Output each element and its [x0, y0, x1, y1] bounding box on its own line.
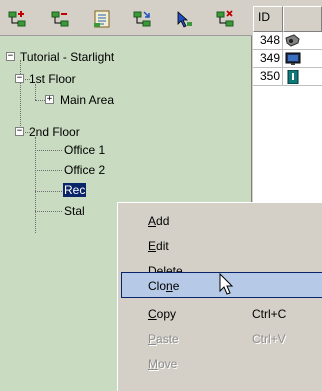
toolbar: [0, 0, 252, 36]
tree-node-reception-selected[interactable]: Rec: [63, 183, 87, 197]
collapse-toggle[interactable]: −: [6, 52, 15, 61]
add-child-node-button[interactable]: [5, 7, 29, 31]
pointer-icon: [177, 11, 192, 28]
column-header-icon[interactable]: [283, 6, 322, 32]
tree-connector: [35, 170, 62, 171]
tree-connector: [35, 100, 45, 101]
cell-id: 349: [253, 50, 283, 67]
table-row[interactable]: 350: [253, 68, 322, 86]
tree-connector: [35, 84, 36, 100]
door-reader-icon: [283, 68, 303, 85]
cell-id: 348: [253, 32, 283, 49]
menu-item-copy[interactable]: Copy Ctrl+C: [121, 301, 322, 327]
tree-node-root[interactable]: Tutorial - Starlight: [20, 50, 114, 64]
add-child-node-icon: [8, 11, 26, 27]
table-row[interactable]: 348: [253, 32, 322, 50]
tree-connector: [35, 211, 62, 212]
column-header-id[interactable]: ID: [253, 6, 283, 32]
table-row[interactable]: 349: [253, 50, 322, 68]
menu-item-edit[interactable]: Edit: [121, 233, 322, 259]
tree-node-2nd-floor[interactable]: 2nd Floor: [29, 125, 80, 139]
properties-list-icon: [94, 10, 110, 28]
remove-node-icon: [51, 11, 69, 27]
shortcut-paste: Ctrl+V: [252, 332, 286, 346]
menu-item-move-disabled: Move: [148, 357, 178, 371]
properties-list-button[interactable]: [90, 7, 114, 31]
mouse-cursor-icon: [219, 273, 234, 295]
menu-item-paste-disabled: Paste Ctrl+V: [121, 326, 322, 352]
collapse-toggle[interactable]: −: [15, 74, 24, 83]
camera-icon: [283, 32, 303, 49]
monitor-icon: [283, 50, 303, 67]
pointer-button[interactable]: [172, 7, 196, 31]
remove-node-button[interactable]: [48, 7, 72, 31]
tree-node-1st-floor[interactable]: 1st Floor: [29, 72, 76, 86]
collapse-toggle[interactable]: −: [15, 127, 24, 136]
grid-header: ID: [253, 6, 322, 32]
cell-id: 350: [253, 68, 283, 85]
delete-node-icon: [216, 10, 234, 27]
tree-node-office-2[interactable]: Office 2: [64, 163, 105, 177]
tree-connector: [20, 60, 21, 132]
tree-connector: [35, 137, 36, 233]
tree-node-office-1[interactable]: Office 1: [64, 143, 105, 157]
menu-item-add[interactable]: Add: [121, 208, 322, 234]
tree-node-main-area[interactable]: Main Area: [60, 93, 114, 107]
tree-connector: [35, 150, 62, 151]
application-window: − Tutorial - Starlight − 1st Floor + Mai…: [0, 0, 322, 391]
tree-node-storage[interactable]: Stal: [64, 204, 85, 218]
expand-toggle[interactable]: +: [45, 95, 54, 104]
move-node-icon: [133, 11, 151, 27]
tree-connector: [35, 191, 62, 192]
shortcut-copy: Ctrl+C: [252, 307, 287, 321]
delete-node-button[interactable]: [213, 7, 237, 31]
move-node-button[interactable]: [130, 7, 154, 31]
